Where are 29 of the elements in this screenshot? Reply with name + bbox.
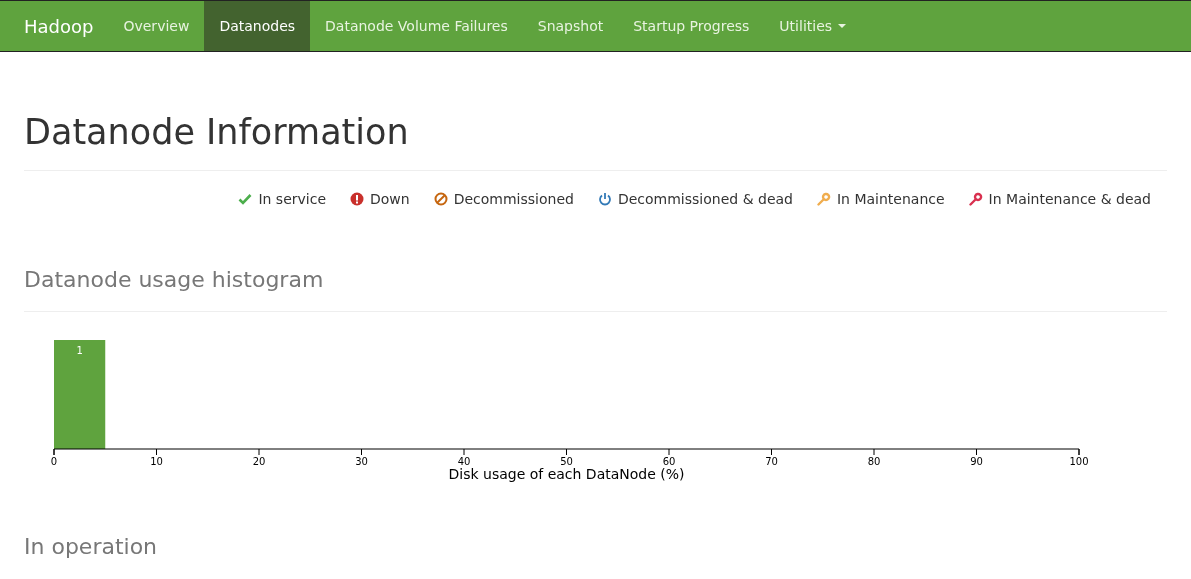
bar-value-label: 1 xyxy=(76,345,83,356)
page-title: Datanode Information xyxy=(24,112,410,152)
legend-label: In Maintenance & dead xyxy=(988,191,1151,207)
tick-label: 70 xyxy=(765,456,778,467)
tick-label: 10 xyxy=(150,456,163,467)
tick-label: 50 xyxy=(560,456,573,467)
tick-label: 80 xyxy=(867,456,881,467)
nav-tab[interactable]: Overview xyxy=(108,1,205,51)
legend-label: Down xyxy=(370,191,410,207)
tick-label: 60 xyxy=(662,456,676,467)
brand[interactable]: Hadoop xyxy=(9,1,109,51)
tick-label: 30 xyxy=(355,456,368,467)
nav-tab[interactable]: Startup Progress xyxy=(618,1,765,51)
nav-tab[interactable]: Datanodes xyxy=(204,1,311,51)
nav-tab[interactable]: Utilities xyxy=(764,1,862,51)
tick-label: 20 xyxy=(252,456,266,467)
nav-tab[interactable]: Datanode Volume Failures xyxy=(310,1,523,51)
axis-title: Disk usage of each DataNode (%) xyxy=(448,466,685,482)
tick-label: 0 xyxy=(50,456,58,467)
section-heading: Datanode usage histogram xyxy=(24,267,325,293)
section-heading: In operation xyxy=(24,534,159,560)
tick-label: 40 xyxy=(457,456,471,467)
legend-label: In Maintenance xyxy=(836,191,945,207)
legend-label: Decommissioned & dead xyxy=(617,191,793,207)
tick-label: 100 xyxy=(1069,456,1089,467)
legend-label: Decommissioned xyxy=(453,191,574,207)
nav-tab[interactable]: Snapshot xyxy=(522,1,619,51)
legend-label: In service xyxy=(258,191,326,207)
tick-label: 90 xyxy=(970,456,983,467)
